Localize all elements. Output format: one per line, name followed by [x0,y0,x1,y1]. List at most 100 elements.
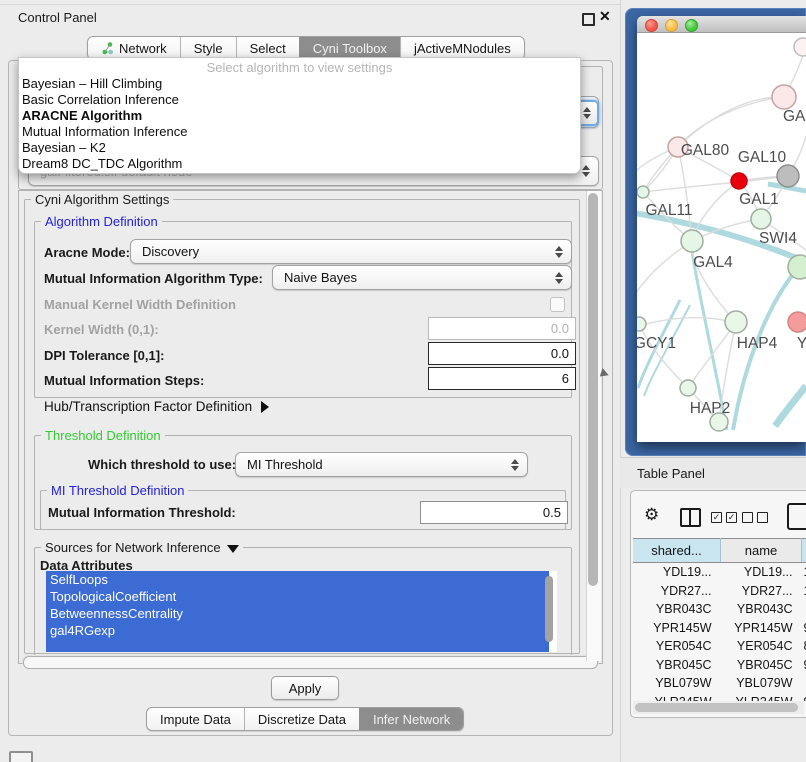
table-cell: YBR043C [721,600,802,619]
settings-hscroll-thumb[interactable] [23,656,598,669]
table-row[interactable]: YLR345WYLR345W9. [633,693,806,702]
table-cell [802,674,806,693]
algorithm-option[interactable]: Mutual Information Inference [19,124,580,140]
network-canvas[interactable]: GALGAL80GAL10GAL1GAL11GAL4HAP4YGCY1HAP2S… [637,33,806,442]
node-label: GAL80 [681,142,730,159]
table-row[interactable]: YER054CYER054C8. [633,637,806,656]
network-edge[interactable] [646,318,727,324]
close-window-button[interactable] [645,19,658,32]
dpi-tolerance-label: DPI Tolerance [0,1]: [44,348,164,363]
network-node[interactable] [731,173,747,189]
node-table: shared...nameA YDL19...YDL19...13YDR27..… [633,538,806,701]
column-header[interactable]: A [802,539,806,563]
dropdown-items: Bayesian – Hill ClimbingBasic Correlatio… [19,76,580,172]
mi-steps-field[interactable]: 6 [428,367,576,390]
table-cell: 9. [802,619,806,638]
network-node[interactable] [772,85,796,109]
network-edge[interactable] [643,176,788,192]
network-node[interactable] [751,209,771,229]
mi-type-value: Naive Bayes [273,270,550,285]
table-cell: YBR045C [633,656,721,675]
list-scrollbar[interactable] [545,576,553,642]
select-all-icon[interactable]: ✓✓ [711,512,737,523]
mi-type-combo[interactable]: Naive Bayes [272,265,572,290]
which-threshold-value: MI Threshold [236,457,506,472]
aracne-mode-combo[interactable]: Discovery [130,239,572,264]
algorithm-option[interactable]: Bayesian – Hill Climbing [19,76,580,92]
network-node[interactable] [710,413,728,431]
deselect-all-icon[interactable] [742,512,768,523]
bottom-corner-icon[interactable] [9,751,33,762]
node-label: GAL [783,108,806,125]
dpi-tolerance-field[interactable]: 0.0 [428,342,576,365]
network-node[interactable] [788,255,806,279]
collapse-arrow-icon [227,545,239,553]
network-node[interactable] [777,165,799,187]
attribute-item[interactable]: gal4RGexp [46,622,549,639]
function-icon[interactable] [787,503,806,530]
network-node[interactable] [788,312,806,332]
hub-section-toggle[interactable]: Hub/Transcription Factor Definition [44,399,269,414]
zoom-window-button[interactable] [685,19,698,32]
node-label: Y [797,335,806,352]
manual-kernel-checkbox[interactable] [550,297,565,312]
attribute-item[interactable]: BetweennessCentrality [46,605,549,622]
network-window-titlebar[interactable] [637,16,806,33]
table-cell: 8. [802,637,806,656]
table-row[interactable]: YPR145WYPR145W9. [633,619,806,638]
network-node[interactable] [794,38,806,56]
tab-jactivemnodules[interactable]: jActiveMNodules [400,37,524,59]
node-label: GAL11 [645,202,692,219]
settings-vscroll-thumb[interactable] [588,193,598,586]
gear-icon[interactable]: ⚙ [644,506,659,523]
algorithm-option[interactable]: ARACNE Algorithm [19,108,580,124]
network-node[interactable] [637,186,649,198]
algorithm-option[interactable]: Basic Correlation Inference [19,92,580,108]
table-row[interactable]: YBR045CYBR045C9. [633,656,806,675]
network-edge[interactable] [678,147,692,241]
tab-cyni-toolbox[interactable]: Cyni Toolbox [299,37,400,59]
data-attributes-list: SelfLoopsTopologicalCoefficientBetweenne… [46,571,557,652]
tab-select[interactable]: Select [236,37,299,59]
node-label: GAL1 [739,191,779,208]
column-chooser-icon[interactable] [680,508,701,527]
table-cell: 9. [802,656,806,675]
bottom-tab-impute-data[interactable]: Impute Data [147,708,244,730]
table-row[interactable]: YDL19...YDL19...13 [633,563,806,582]
network-edge[interactable] [775,386,806,426]
table-row[interactable]: YBL079WYBL079W [633,674,806,693]
network-edge[interactable] [678,97,784,147]
which-threshold-label: Which threshold to use: [88,457,236,472]
bottom-tab-infer-network[interactable]: Infer Network [359,708,463,730]
table-cell: YER054C [633,637,721,656]
network-edge[interactable] [637,241,692,302]
float-window-icon[interactable] [582,13,595,26]
minimize-window-button[interactable] [665,19,678,32]
network-node[interactable] [680,380,696,396]
attribute-item[interactable]: SelfLoops [46,571,549,588]
column-header[interactable]: shared... [633,539,721,563]
close-icon[interactable]: ✕ [599,8,611,25]
table-row[interactable]: YBR043CYBR043C [633,600,806,619]
column-header[interactable]: name [721,539,802,563]
network-node[interactable] [681,230,703,252]
network-node[interactable] [725,311,747,333]
panel-title: Control Panel [18,10,97,25]
algorithm-option[interactable]: Bayesian – K2 [19,140,580,156]
kernel-width-field[interactable]: 0.0 [428,317,576,340]
attribute-item[interactable] [46,639,549,652]
tab-style[interactable]: Style [180,37,236,59]
sources-legend[interactable]: Sources for Network Inference [41,540,243,555]
which-threshold-combo[interactable]: MI Threshold [235,452,528,477]
attribute-item[interactable]: TopologicalCoefficient [46,588,549,605]
spinner-down-icon [583,114,591,119]
bottom-tab-discretize-data[interactable]: Discretize Data [244,708,359,730]
network-window[interactable]: GALGAL80GAL10GAL1GAL11GAL4HAP4YGCY1HAP2S… [637,16,806,442]
table-row[interactable]: YDR27...YDR27...12 [633,582,806,601]
tab-network[interactable]: Network [88,37,180,59]
network-node[interactable] [637,317,646,331]
table-hscroll-thumb[interactable] [635,703,798,712]
apply-button[interactable]: Apply [271,676,339,700]
mi-threshold-field[interactable]: 0.5 [420,501,568,524]
algorithm-option[interactable]: Dream8 DC_TDC Algorithm [19,156,580,172]
